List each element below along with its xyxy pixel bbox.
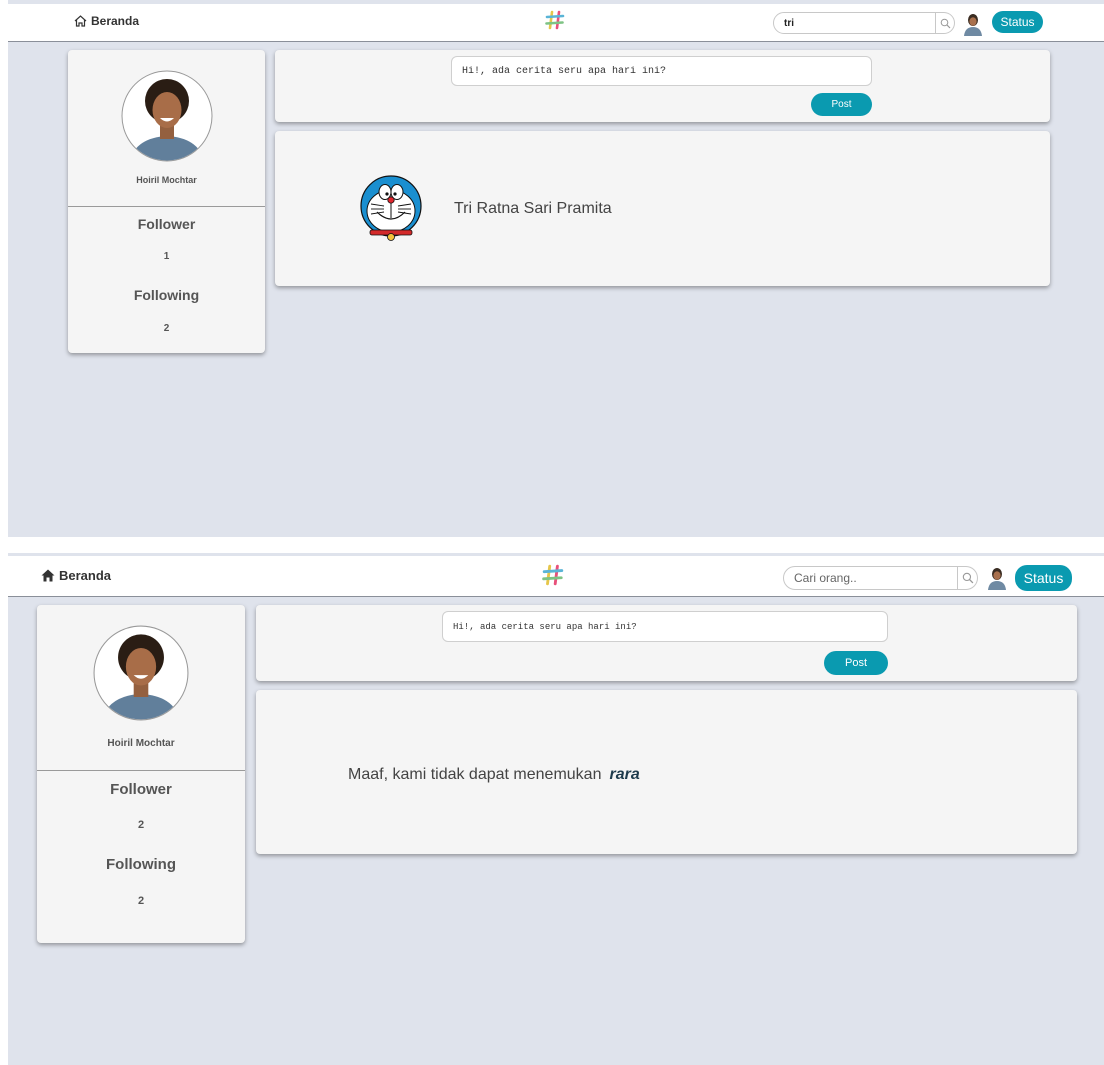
search-button[interactable] (958, 566, 978, 590)
profile-avatar (93, 625, 189, 721)
post-composer: Post (256, 605, 1077, 681)
search-input[interactable] (783, 566, 958, 590)
following-label: Following (133, 287, 200, 303)
home-label: Beranda (59, 568, 112, 583)
following-label: Following (106, 856, 176, 873)
user-avatar[interactable] (985, 566, 1009, 590)
search-result-card: Tri Ratna Sari Pramita (275, 131, 1050, 286)
post-button[interactable]: Post (824, 651, 888, 675)
profile-card: Hoiril Mochtar Follower 1 Following 2 (68, 50, 265, 353)
navbar: Beranda Status (8, 4, 1104, 42)
following-count[interactable]: 2 (68, 323, 265, 334)
not-found-text: Maaf, kami tidak dapat menemukan (348, 766, 602, 783)
home-link[interactable]: Beranda (74, 14, 139, 28)
hashtag-logo-icon[interactable] (542, 564, 564, 586)
profile-avatar (121, 70, 212, 162)
divider (37, 770, 245, 771)
status-input[interactable] (451, 56, 872, 86)
doraemon-avatar-icon[interactable] (357, 174, 425, 242)
result-person-name[interactable]: Tri Ratna Sari Pramita (454, 200, 612, 218)
follower-count[interactable]: 1 (68, 251, 265, 262)
screen-not-found: Beranda Status (8, 553, 1104, 1065)
post-composer: Post (275, 50, 1050, 122)
status-button[interactable]: Status (1015, 565, 1072, 591)
screen-search-result: Beranda Status (8, 0, 1104, 537)
divider (68, 206, 265, 207)
home-label: Beranda (91, 14, 140, 28)
search-result-card: Maaf, kami tidak dapat menemukan rara (256, 690, 1077, 854)
home-filled-icon (41, 569, 55, 582)
following-count[interactable]: 2 (37, 895, 245, 907)
follower-count[interactable]: 2 (37, 819, 245, 831)
search-query: rara (609, 766, 640, 783)
home-link[interactable]: Beranda (41, 568, 111, 583)
search-icon (940, 18, 950, 28)
search-button[interactable] (936, 12, 955, 34)
profile-name[interactable]: Hoiril Mochtar (68, 175, 265, 185)
not-found-message: Maaf, kami tidak dapat menemukan rara (348, 766, 640, 784)
search-input[interactable] (773, 12, 936, 34)
follower-label: Follower (110, 781, 172, 798)
follower-label: Follower (137, 216, 196, 232)
post-button[interactable]: Post (811, 93, 872, 116)
home-outline-icon (74, 15, 87, 27)
profile-card: Hoiril Mochtar Follower 2 Following 2 (37, 605, 245, 943)
hashtag-logo-icon[interactable] (545, 10, 565, 30)
navbar: Beranda Status (8, 556, 1104, 597)
status-input[interactable] (442, 611, 888, 642)
user-avatar[interactable] (961, 12, 985, 36)
profile-name[interactable]: Hoiril Mochtar (37, 738, 245, 749)
search-icon (962, 572, 973, 584)
status-button[interactable]: Status (992, 11, 1043, 33)
